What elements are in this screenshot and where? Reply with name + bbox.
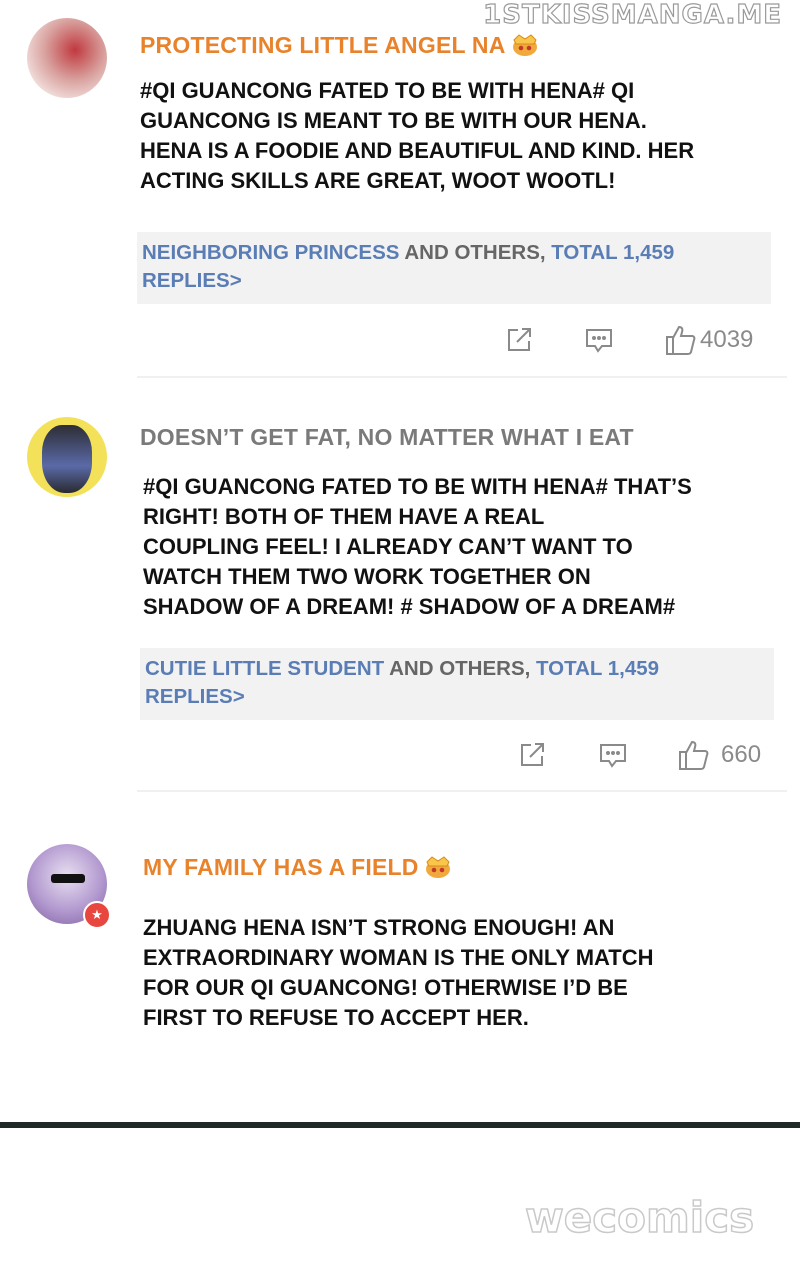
comment-line: FIRST TO REFUSE TO ACCEPT HER. (143, 1005, 529, 1030)
comment-line: ZHUANG HENA ISN’T STRONG ENOUGH! AN (143, 915, 615, 940)
share-icon (521, 743, 544, 766)
replies-middle-text: AND OTHERS, (384, 657, 537, 680)
comment-line: WATCH THEM TWO WORK TOGETHER ON (143, 564, 591, 589)
replies-total-link[interactable]: TOTAL 1,459 (536, 657, 659, 680)
comment-line: FOR OUR QI GUANCONG! OTHERWISE I’D BE (143, 975, 628, 1000)
like-count: 4039 (700, 326, 754, 353)
comment-line: COUPLING FEEL! I ALREADY CAN’T WANT TO (143, 534, 633, 559)
thumbs-up-icon (666, 325, 696, 355)
like-count: 660 (721, 741, 762, 768)
reply-user-link[interactable]: CUTIE LITTLE STUDENT (145, 657, 384, 680)
panel-divider (0, 1122, 800, 1128)
username-label: PROTECTING LITTLE ANGEL NA (140, 32, 506, 58)
share-button[interactable] (504, 325, 534, 355)
crown-icon (512, 34, 537, 56)
comment-text: ZHUANG HENA ISN’T STRONG ENOUGH! AN EXTR… (143, 913, 783, 1033)
crown-icon (425, 856, 450, 878)
action-bar: 4039 (0, 322, 800, 362)
comment-line: SHADOW OF A DREAM! # SHADOW OF A DREAM# (143, 594, 676, 619)
comment-line: ACTING SKILLS ARE GREAT, WOOT WOOTL! (140, 168, 616, 193)
replies-middle-text: AND OTHERS, (399, 241, 552, 264)
verified-badge-icon: ★ (83, 901, 111, 929)
comment-icon (600, 744, 626, 768)
username-label: MY FAMILY HAS A FIELD (143, 854, 419, 880)
share-icon (508, 328, 531, 351)
replies-total-link[interactable]: TOTAL 1,459 (551, 241, 674, 264)
comment-line: EXTRAORDINARY WOMAN IS THE ONLY MATCH (143, 945, 654, 970)
comment-button[interactable] (583, 325, 615, 355)
replies-box[interactable]: CUTIE LITTLE STUDENT AND OTHERS, TOTAL 1… (140, 648, 774, 720)
replies-more-link[interactable]: REPLIES> (145, 685, 245, 708)
username[interactable]: DOESN’T GET FAT, NO MATTER WHAT I EAT (140, 424, 634, 451)
username[interactable]: MY FAMILY HAS A FIELD (143, 853, 453, 881)
replies-box[interactable]: NEIGHBORING PRINCESS AND OTHERS, TOTAL 1… (137, 232, 771, 304)
comment-icon (586, 329, 612, 353)
comment-line: RIGHT! BOTH OF THEM HAVE A REAL (143, 504, 545, 529)
divider (137, 790, 787, 792)
like-button[interactable]: 660 (677, 738, 761, 772)
divider (137, 376, 787, 378)
replies-more-link[interactable]: REPLIES> (142, 269, 242, 292)
comment-line: GUANCONG IS MEANT TO BE WITH OUR HENA. (140, 108, 647, 133)
share-button[interactable] (517, 740, 547, 770)
comment-text: #QI GUANCONG FATED TO BE WITH HENA# THAT… (143, 472, 783, 622)
like-button[interactable]: 4039 (664, 323, 753, 357)
thumbs-up-icon (679, 740, 709, 770)
publisher-logo: wecomics (524, 1192, 755, 1243)
comment-line: #QI GUANCONG FATED TO BE WITH HENA# QI (140, 78, 635, 103)
username-label: DOESN’T GET FAT, NO MATTER WHAT I EAT (140, 424, 634, 450)
avatar[interactable] (27, 417, 107, 497)
action-bar: 660 (0, 737, 800, 777)
username[interactable]: PROTECTING LITTLE ANGEL NA (140, 31, 540, 59)
comment-line: #QI GUANCONG FATED TO BE WITH HENA# THAT… (143, 474, 692, 499)
comment-button[interactable] (597, 740, 629, 770)
site-watermark: 1STKISSMANGA.ME (483, 0, 782, 31)
avatar[interactable] (27, 18, 107, 98)
reply-user-link[interactable]: NEIGHBORING PRINCESS (142, 241, 399, 264)
comment-line: HENA IS A FOODIE AND BEAUTIFUL AND KIND.… (140, 138, 695, 163)
comment-text: #QI GUANCONG FATED TO BE WITH HENA# QI G… (140, 76, 780, 196)
